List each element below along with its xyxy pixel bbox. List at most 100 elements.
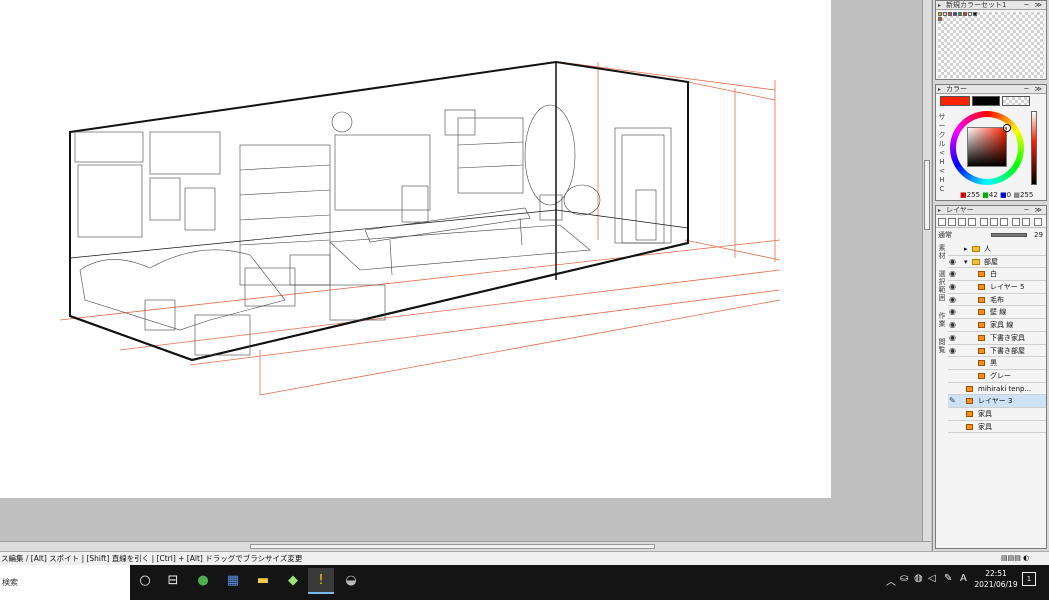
layer-row[interactable]: ◉ 壁 線 — [948, 306, 1046, 320]
layer-row[interactable]: ◉ 下書き部屋 — [948, 345, 1046, 358]
network-icon[interactable]: ◍ — [914, 573, 923, 584]
layer-thumbnail — [966, 398, 973, 405]
swatch[interactable] — [948, 12, 952, 16]
perspective-guides — [59, 61, 781, 396]
chrome-icon[interactable]: ● — [190, 568, 216, 594]
file-explorer-icon[interactable]: ▬ — [250, 568, 276, 594]
ime-indicator[interactable]: A — [960, 573, 967, 584]
lock-transparent-icon[interactable] — [1022, 218, 1030, 226]
sub-color-chip[interactable] — [972, 96, 1000, 106]
swatch[interactable] — [968, 12, 972, 16]
layer-row[interactable]: ◉ 毛布 — [948, 294, 1046, 307]
layer-row[interactable]: ◉ 白 — [948, 268, 1046, 282]
transparent-color-chip[interactable] — [1002, 96, 1030, 106]
expand-icon[interactable] — [1034, 218, 1042, 226]
layer-row[interactable]: ◉ レイヤー 5 — [948, 281, 1046, 294]
room-frame — [69, 60, 689, 362]
cortana-icon[interactable]: ○ — [132, 568, 158, 594]
color-side-tabs[interactable]: サ ー ク ル < H < H C — [937, 113, 947, 194]
new-raster-layer-button[interactable] — [938, 218, 946, 226]
swatch[interactable] — [953, 12, 957, 16]
eye-icon[interactable]: ◉ — [949, 256, 957, 268]
lock-icon[interactable] — [1012, 218, 1020, 226]
layer-thumbnail — [978, 271, 985, 278]
color-picker-handle[interactable] — [1004, 125, 1010, 131]
clip-studio-icon[interactable]: ! — [308, 568, 334, 594]
main-color-chip[interactable] — [940, 96, 970, 106]
expand-chevron-icon[interactable]: ▸ — [964, 243, 968, 255]
layer-panel-title[interactable]: レイヤー─ ≫ — [936, 206, 1046, 215]
color-set-title[interactable]: 新規カラーセット1─ ≫ — [936, 1, 1046, 10]
layer-row[interactable]: 黒 — [948, 357, 1046, 370]
swatch[interactable] — [963, 12, 967, 16]
cloud-icon[interactable]: ⛀ — [900, 573, 908, 584]
layer-row[interactable]: mihiraki tenp... — [948, 383, 1046, 396]
layer-row[interactable]: ◉ ▾ 部屋 — [948, 256, 1046, 269]
pen-icon[interactable]: ✎ — [944, 573, 952, 584]
layer-row[interactable]: ◉ 家具 線 — [948, 319, 1046, 332]
right-panel-column: 新規カラーセット1─ ≫ カラー─ ≫ サ ー ク ル < H < H C — [932, 0, 1049, 551]
layer-row[interactable]: グレー — [948, 370, 1046, 383]
color-slider[interactable] — [1031, 111, 1037, 185]
eye-hidden-icon[interactable]: ✎ — [949, 395, 957, 407]
task-view-icon[interactable]: ⊟ — [160, 568, 186, 594]
blend-mode-select[interactable]: 通常 — [938, 231, 952, 239]
layer-name: 人 — [984, 245, 991, 253]
expand-chevron-icon[interactable]: ▾ — [964, 256, 968, 268]
eye-icon[interactable]: ◉ — [949, 306, 957, 318]
layer-row[interactable]: ✎ レイヤー 3 — [948, 395, 1046, 408]
taskbar-search-box[interactable]: 検索 — [0, 565, 130, 600]
eye-icon[interactable]: ◉ — [949, 319, 957, 331]
calendar-app-icon[interactable]: ▦ — [220, 568, 246, 594]
app-icon[interactable]: ◆ — [280, 568, 306, 594]
saturation-value-square[interactable] — [967, 125, 1010, 167]
vertical-scroll-thumb[interactable] — [924, 160, 930, 230]
notification-icon[interactable]: 1 — [1022, 572, 1036, 586]
layer-row[interactable]: ◉ 下書き家具 — [948, 332, 1046, 345]
vertical-scrollbar[interactable] — [922, 0, 931, 548]
paint-app-icon[interactable]: ◒ — [338, 568, 364, 594]
layer-row[interactable]: ▸ 人 — [948, 243, 1046, 256]
opacity-value[interactable]: 29 — [1034, 230, 1043, 240]
horizontal-scroll-thumb[interactable] — [250, 544, 655, 549]
layer-thumbnail — [978, 334, 985, 341]
opacity-slider[interactable] — [991, 233, 1027, 237]
layer-side-tabs[interactable]: 素材 選択範囲 作業 閲覧 — [937, 244, 947, 354]
layer-thumbnail — [978, 322, 985, 329]
volume-icon[interactable]: ◁ — [928, 573, 936, 584]
layer-row[interactable]: 家具 — [948, 421, 1046, 434]
eye-icon[interactable]: ◉ — [949, 281, 957, 293]
layer-name: 黒 — [990, 359, 997, 368]
status-indicator: ▤▤▤ ◐ — [1001, 554, 1030, 562]
eye-icon[interactable]: ◉ — [949, 294, 957, 306]
layer-name: 白 — [990, 270, 997, 279]
eye-icon[interactable]: ◉ — [949, 345, 957, 357]
drawing-paper[interactable] — [0, 0, 831, 498]
layer-row[interactable]: 家具 — [948, 408, 1046, 421]
canvas-area[interactable] — [0, 0, 922, 541]
horizontal-scrollbar[interactable] — [0, 541, 931, 551]
swatch[interactable] — [943, 12, 947, 16]
swatch[interactable] — [938, 17, 942, 21]
layer-thumbnail — [978, 309, 985, 316]
new-vector-layer-button[interactable] — [948, 218, 956, 226]
swatch[interactable] — [973, 12, 977, 16]
new-folder-button[interactable] — [958, 218, 966, 226]
eye-icon[interactable]: ◉ — [949, 332, 957, 344]
taskbar-clock[interactable]: 22:51 2021/06/19 — [970, 568, 1022, 590]
clip-button[interactable] — [990, 218, 998, 226]
swatch[interactable] — [958, 12, 962, 16]
swatch-grid[interactable] — [938, 12, 1044, 78]
eye-icon[interactable]: ◉ — [949, 268, 957, 280]
reference-layer-button[interactable] — [1000, 218, 1008, 226]
layer-mask-button[interactable] — [980, 218, 988, 226]
color-panel-title[interactable]: カラー─ ≫ — [936, 85, 1046, 94]
layer-name: 下書き部屋 — [990, 346, 1025, 355]
tray-chevron-icon[interactable]: ︿ — [886, 573, 896, 588]
layer-panel: レイヤー─ ≫ 通常 29 素材 選択範囲 作業 閲覧 ▸人◉▾部屋◉白◉レイヤ… — [935, 205, 1047, 549]
folder-icon — [972, 258, 980, 265]
delete-layer-icon[interactable] — [968, 218, 976, 226]
status-text: ス編集 / [Alt] スポイト | [Shift] 直線を引く | [Ctrl… — [1, 554, 303, 563]
swatch[interactable] — [938, 12, 942, 16]
layer-name: レイヤー 3 — [978, 397, 1013, 406]
